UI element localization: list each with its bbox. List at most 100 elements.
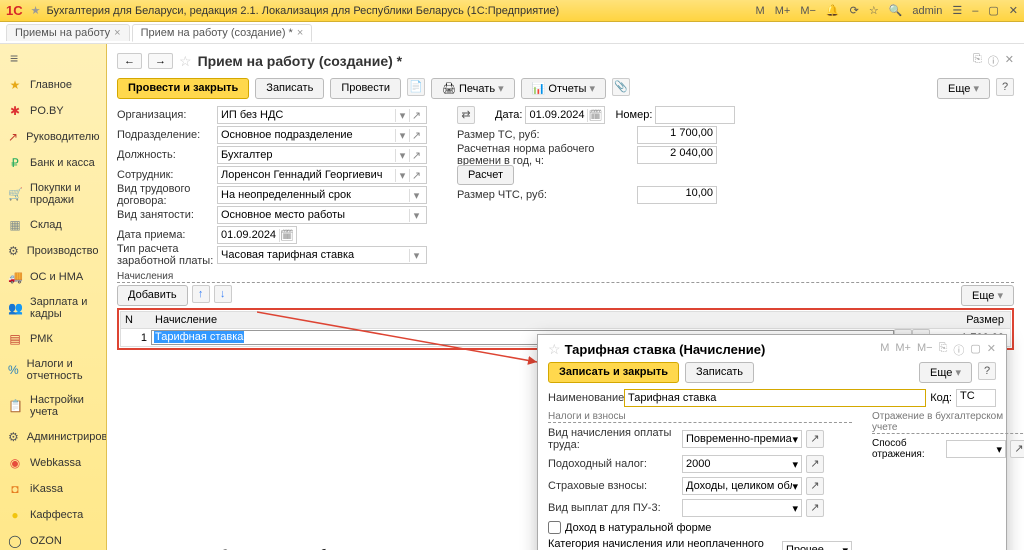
type-input[interactable]: Повременно-премиальная оп▾ bbox=[682, 430, 802, 448]
tbl-more-button[interactable]: Еще bbox=[961, 285, 1014, 306]
nav-ikassa[interactable]: ◘iKassa bbox=[0, 476, 106, 502]
mp-btn[interactable]: M+ bbox=[775, 5, 791, 17]
num-input[interactable] bbox=[655, 106, 735, 124]
m-btn[interactable]: M bbox=[880, 342, 889, 358]
save-button[interactable]: Записать bbox=[255, 78, 324, 99]
dock-icon[interactable]: ▢ bbox=[970, 342, 980, 358]
col-n: N bbox=[121, 314, 151, 326]
fav-icon[interactable]: ☆ bbox=[548, 341, 561, 358]
nav-sales[interactable]: 🛒Покупки и продажи bbox=[0, 176, 106, 212]
contract-input[interactable]: На неопределенный срок▾ bbox=[217, 186, 427, 204]
date-input[interactable]: 01.09.2024🗓 bbox=[525, 106, 605, 124]
norm-input[interactable]: 2 040,00 bbox=[637, 146, 717, 164]
d-more-button[interactable]: Еще bbox=[919, 362, 972, 383]
nav-web[interactable]: ◉Webkassa bbox=[0, 450, 106, 476]
pos-input[interactable]: Бухгалтер▾↗ bbox=[217, 146, 427, 164]
d-save-close-button[interactable]: Записать и закрыть bbox=[548, 362, 679, 383]
nav-ozon[interactable]: ◯OZON bbox=[0, 528, 106, 550]
nav-os[interactable]: 🚚ОС и НМА bbox=[0, 264, 106, 290]
info-icon[interactable]: ⓘ bbox=[988, 53, 999, 69]
code-input[interactable]: ТС bbox=[956, 389, 996, 407]
natural-checkbox[interactable]: Доход в натуральной форме bbox=[548, 521, 852, 534]
tabbar: Приемы на работу× Прием на работу (созда… bbox=[0, 22, 1024, 44]
nav-stock[interactable]: ▦Склад bbox=[0, 212, 106, 238]
close-icon[interactable]: ✕ bbox=[1009, 4, 1018, 17]
refl-input[interactable]: ▾ bbox=[946, 440, 1006, 458]
ts-input[interactable]: 1 700,00 bbox=[637, 126, 717, 144]
nav-salary[interactable]: 👥Зарплата и кадры bbox=[0, 290, 106, 326]
run-button[interactable]: Провести bbox=[330, 78, 401, 99]
busy-input[interactable]: Основное место работы▾ bbox=[217, 206, 427, 224]
close-icon[interactable]: × bbox=[114, 27, 120, 39]
nav-prod[interactable]: ⚙Производство bbox=[0, 238, 106, 264]
bell-icon[interactable]: 🔔 bbox=[826, 4, 840, 17]
nav-kaff[interactable]: ●Каффеста bbox=[0, 502, 106, 528]
info-icon[interactable]: ⓘ bbox=[953, 342, 964, 358]
chts-input[interactable]: 10,00 bbox=[637, 186, 717, 204]
nav-main[interactable]: ★Главное bbox=[0, 72, 106, 98]
nav-rmk[interactable]: ▤РМК bbox=[0, 326, 106, 352]
dept-input[interactable]: Основное подразделение▾↗ bbox=[217, 126, 427, 144]
minimize-icon[interactable]: – bbox=[972, 5, 978, 17]
add-button[interactable]: Добавить bbox=[117, 285, 188, 306]
hamburger-icon[interactable]: ≡ bbox=[0, 44, 106, 72]
nav-admin[interactable]: ⚙Администрирование bbox=[0, 424, 106, 450]
history-icon[interactable]: ⟳ bbox=[850, 4, 859, 17]
basis-button[interactable]: 📄 bbox=[407, 78, 425, 96]
user-label[interactable]: admin bbox=[912, 5, 942, 17]
search-icon[interactable]: 🔍 bbox=[889, 4, 903, 17]
d-help-button[interactable]: ? bbox=[978, 362, 996, 380]
taxes-header: Налоги и взносы bbox=[548, 411, 852, 423]
attach-button[interactable]: 📎 bbox=[612, 78, 630, 96]
mm-btn[interactable]: M− bbox=[800, 5, 816, 17]
help-button[interactable]: ? bbox=[996, 78, 1014, 96]
org-input[interactable]: ИП без НДС▾↗ bbox=[217, 106, 427, 124]
move-down-button[interactable]: ↓ bbox=[214, 285, 232, 303]
open-icon[interactable]: ↗ bbox=[806, 455, 824, 473]
open-icon[interactable]: ↗ bbox=[806, 430, 824, 448]
doc-flow-button[interactable]: ⇄ bbox=[457, 106, 475, 124]
open-icon[interactable]: ↗ bbox=[806, 477, 824, 495]
close-icon[interactable]: × bbox=[297, 27, 303, 39]
d-save-button[interactable]: Записать bbox=[685, 362, 754, 383]
nav-set[interactable]: 📋Настройки учета bbox=[0, 388, 106, 424]
close-page-icon[interactable]: ✕ bbox=[1005, 53, 1014, 69]
calc-button[interactable]: Расчет bbox=[457, 165, 514, 185]
pu-input[interactable]: ▾ bbox=[682, 499, 802, 517]
lbl-type: Вид начисления оплаты труда: bbox=[548, 427, 678, 451]
app-star-icon: ★ bbox=[31, 4, 41, 17]
open-icon[interactable]: ↗ bbox=[1010, 440, 1024, 458]
nav-bank[interactable]: ₽Банк и касса bbox=[0, 150, 106, 176]
calc-input[interactable]: Часовая тарифная ставка▾ bbox=[217, 246, 427, 264]
menu-icon[interactable]: ☰ bbox=[952, 4, 962, 17]
forward-button[interactable]: → bbox=[148, 53, 173, 69]
back-button[interactable]: ← bbox=[117, 53, 142, 69]
reports-button[interactable]: 📊 Отчеты bbox=[521, 78, 606, 99]
post-close-button[interactable]: Провести и закрыть bbox=[117, 78, 249, 99]
print-button[interactable]: 🖨 Печать bbox=[431, 78, 515, 99]
window-icon[interactable]: ▢ bbox=[988, 4, 998, 17]
mm-btn[interactable]: M− bbox=[917, 342, 933, 358]
hire-input[interactable]: 01.09.2024🗓 bbox=[217, 226, 297, 244]
m-btn[interactable]: M bbox=[756, 5, 765, 17]
link-icon[interactable]: ⎘ bbox=[973, 53, 982, 69]
ins-input[interactable]: Доходы, целиком облагае▾ bbox=[682, 477, 802, 495]
tax-input[interactable]: 2000▾ bbox=[682, 455, 802, 473]
open-icon[interactable]: ↗ bbox=[806, 499, 824, 517]
titlebar: 1C ★ Бухгалтерия для Беларуси, редакция … bbox=[0, 0, 1024, 22]
mp-btn[interactable]: M+ bbox=[895, 342, 911, 358]
close-icon[interactable]: ✕ bbox=[987, 342, 996, 358]
move-up-button[interactable]: ↑ bbox=[192, 285, 210, 303]
link-icon[interactable]: ⎘ bbox=[939, 342, 948, 358]
nav-poby[interactable]: ✱PO.BY bbox=[0, 98, 106, 124]
name-input[interactable] bbox=[624, 389, 926, 407]
emp-input[interactable]: Лоренсон Геннадий Георгиевич▾↗ bbox=[217, 166, 427, 184]
nav-mgr[interactable]: ↗Руководителю bbox=[0, 124, 106, 150]
tab-hire-create[interactable]: Прием на работу (создание) *× bbox=[132, 24, 313, 42]
tab-hire-list[interactable]: Приемы на работу× bbox=[6, 24, 130, 41]
cat-input[interactable]: Прочее▾ bbox=[782, 541, 852, 550]
more-button[interactable]: Еще bbox=[937, 78, 990, 99]
fav-icon[interactable]: ☆ bbox=[179, 53, 192, 70]
star-icon[interactable]: ☆ bbox=[869, 4, 879, 17]
nav-tax[interactable]: %Налоги и отчетность bbox=[0, 352, 106, 388]
